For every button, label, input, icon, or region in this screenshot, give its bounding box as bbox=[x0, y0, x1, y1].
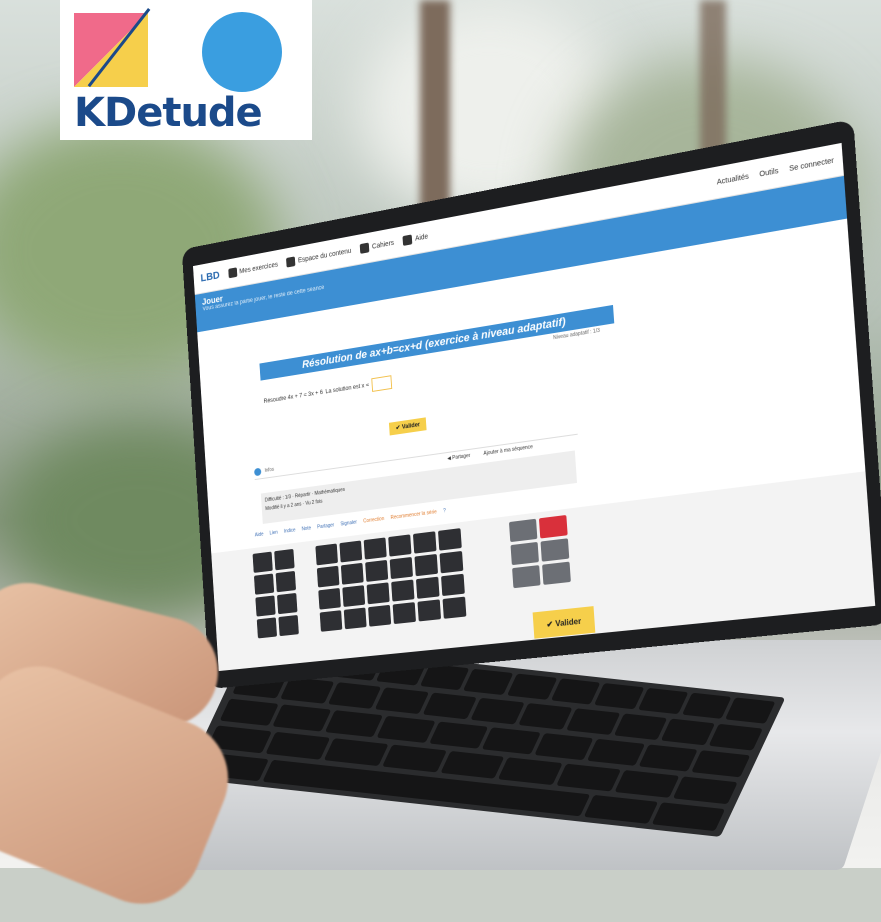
nav-item-espace[interactable]: Espace du contenu bbox=[286, 246, 351, 268]
link-indice[interactable]: Indice bbox=[284, 527, 296, 534]
keypad-key[interactable] bbox=[441, 573, 465, 597]
keypad-key[interactable] bbox=[278, 614, 299, 637]
keypad-key[interactable] bbox=[437, 528, 462, 551]
keypad-key[interactable] bbox=[388, 534, 412, 557]
tools-icon bbox=[227, 267, 238, 279]
keypad-key[interactable] bbox=[339, 540, 363, 563]
keypad-key[interactable] bbox=[417, 599, 442, 622]
kdetude-logo: KDetude bbox=[60, 0, 312, 140]
keypad-key[interactable] bbox=[318, 587, 341, 610]
redo-key[interactable] bbox=[542, 561, 571, 585]
keypad-key[interactable] bbox=[365, 559, 389, 582]
nav-item-exercices[interactable]: Mes exercices bbox=[227, 260, 278, 279]
answer-input[interactable] bbox=[371, 375, 393, 392]
keypad-key[interactable] bbox=[340, 562, 364, 585]
link-note[interactable]: Note bbox=[301, 525, 311, 532]
logo-text: KDetude bbox=[74, 90, 263, 136]
keypad-key[interactable] bbox=[342, 585, 366, 607]
link-partager[interactable]: Partager bbox=[317, 522, 334, 530]
app-brand[interactable]: LBD bbox=[200, 270, 220, 285]
keypad-key[interactable] bbox=[508, 518, 538, 543]
keypad-key[interactable] bbox=[415, 576, 440, 599]
nav-item-outils[interactable]: Outils bbox=[759, 167, 779, 178]
keypad-key[interactable] bbox=[253, 573, 275, 595]
keypad-key[interactable] bbox=[256, 617, 278, 639]
keypad-key[interactable] bbox=[315, 543, 338, 566]
link-signaler[interactable]: Signaler bbox=[340, 519, 357, 527]
keypad-key[interactable] bbox=[392, 602, 416, 625]
keypad-key[interactable] bbox=[391, 579, 415, 602]
keypad-key[interactable] bbox=[414, 553, 439, 577]
nav-item-cahiers[interactable]: Cahiers bbox=[359, 238, 394, 254]
validate-button-big[interactable]: ✔ Valider bbox=[532, 606, 596, 639]
link-recommencer[interactable]: Recommencer la série bbox=[390, 509, 437, 521]
keypad-key[interactable] bbox=[439, 550, 464, 574]
link-aide[interactable]: Aide bbox=[255, 532, 264, 539]
keypad-key[interactable] bbox=[389, 556, 413, 580]
keypad-letters bbox=[252, 548, 299, 639]
keypad-key[interactable] bbox=[274, 548, 295, 571]
keypad-key[interactable] bbox=[442, 596, 467, 619]
keypad-key[interactable] bbox=[368, 604, 392, 627]
help-icon bbox=[402, 234, 413, 246]
delete-key[interactable] bbox=[538, 514, 568, 539]
logo-blue-circle bbox=[202, 12, 282, 92]
arrow-right-key[interactable] bbox=[540, 538, 570, 562]
keypad-key[interactable] bbox=[255, 595, 276, 617]
login-link[interactable]: Se connecter bbox=[789, 157, 834, 173]
keypad-key[interactable] bbox=[316, 565, 340, 588]
validate-button-small[interactable]: ✔ Valider bbox=[388, 417, 427, 436]
info-icon[interactable] bbox=[254, 467, 262, 477]
keypad-digits bbox=[315, 528, 467, 632]
link-correction[interactable]: Correction bbox=[363, 516, 384, 525]
exercise-title: Résolution de ax+b=cx+d (exercice à nive… bbox=[259, 304, 615, 381]
share-button[interactable]: ◀ Partager bbox=[447, 453, 470, 462]
arrow-left-key[interactable] bbox=[510, 541, 539, 566]
keypad-key[interactable] bbox=[343, 607, 367, 630]
nav-item-aide[interactable]: Aide bbox=[402, 231, 429, 246]
keypad-controls bbox=[508, 514, 571, 589]
undo-key[interactable] bbox=[512, 565, 541, 589]
globe-icon bbox=[286, 256, 296, 268]
keypad-key[interactable] bbox=[363, 537, 387, 560]
link-help[interactable]: ? bbox=[443, 508, 446, 514]
link-lien[interactable]: Lien bbox=[269, 530, 278, 537]
keypad-key[interactable] bbox=[276, 592, 298, 615]
book-icon bbox=[359, 242, 370, 254]
keypad-key[interactable] bbox=[319, 610, 343, 632]
nav-item-actualites[interactable]: Actualités bbox=[717, 173, 749, 186]
exercise-question: Résoudre 4x + 7 = 3x + 6 La solution est… bbox=[263, 375, 393, 409]
keypad-key[interactable] bbox=[412, 531, 437, 554]
keypad-key[interactable] bbox=[275, 570, 297, 593]
keypad-key[interactable] bbox=[366, 582, 390, 605]
keypad-key[interactable] bbox=[252, 551, 273, 573]
